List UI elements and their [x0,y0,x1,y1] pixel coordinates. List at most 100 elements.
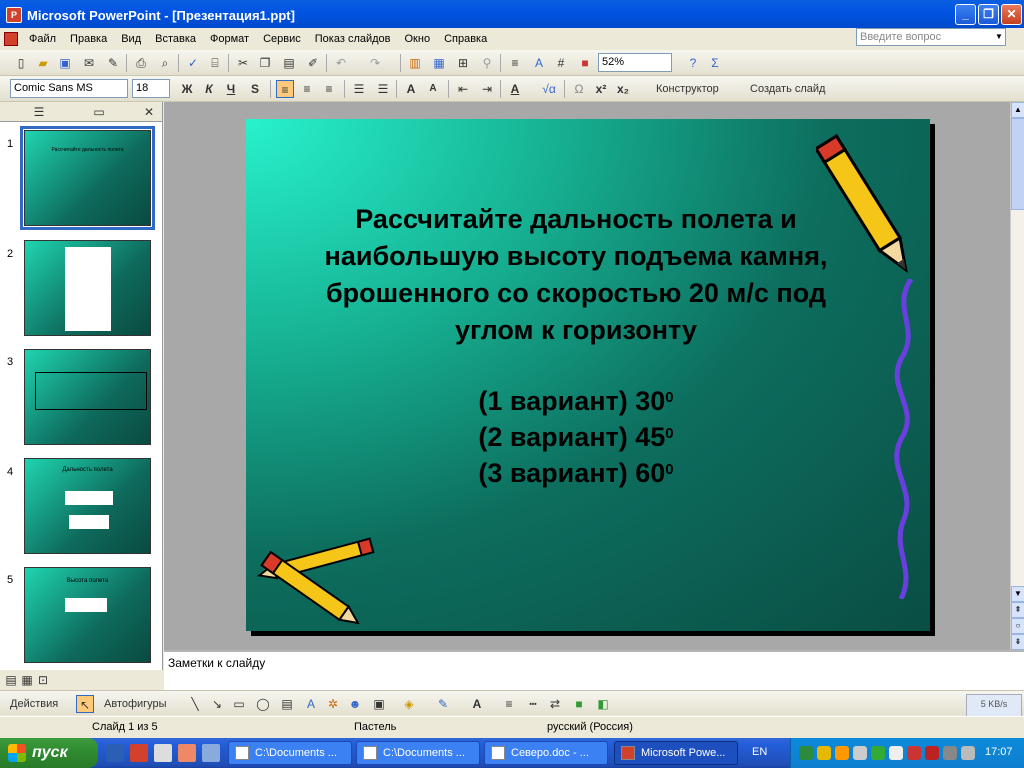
redo-icon[interactable]: ↷ [366,54,384,72]
save-icon[interactable]: ▣ [56,54,74,72]
close-pane-icon[interactable]: ✕ [140,103,158,121]
symbol-icon[interactable]: Ω [570,80,588,98]
slideshow-view-icon[interactable]: ⊡ [34,671,52,689]
textbox-icon[interactable]: ▤ [278,695,296,713]
increase-font-icon[interactable]: A [402,80,420,98]
paste-icon[interactable]: ▤ [280,54,298,72]
language-indicator[interactable]: EN [752,746,767,758]
align-center-icon[interactable]: ≡ [298,80,316,98]
fill-color-icon[interactable]: ◈ [400,695,418,713]
slide-variants[interactable]: (1 вариант) 300 (2 вариант) 450 (3 вариа… [286,383,866,491]
arrow-style-icon[interactable]: ⇄ [546,695,564,713]
autoshapes-menu[interactable]: Автофигуры [104,695,167,713]
dash-style-icon[interactable]: ┅ [524,695,542,713]
scroll-up-icon[interactable]: ▲ [1011,102,1024,118]
table-icon[interactable]: ▦ [430,54,448,72]
clock[interactable]: 17:07 [985,746,1013,758]
spelling-icon[interactable]: ✓ [184,54,202,72]
menu-edit[interactable]: Правка [63,33,114,45]
subscript-icon[interactable]: x₂ [614,80,632,98]
start-button[interactable]: пуск [0,738,98,768]
rectangle-icon[interactable]: ▭ [230,695,248,713]
underline-button[interactable]: Ч [222,80,240,98]
menu-insert[interactable]: Вставка [148,33,203,45]
color-grayscale-icon[interactable]: ■ [576,54,594,72]
help-dropdown-icon[interactable]: ▼ [993,29,1005,45]
desktop-quicklaunch-icon[interactable] [202,744,220,762]
document-icon[interactable] [4,32,18,46]
slide-thumbnail-2[interactable] [24,240,151,336]
align-right-icon[interactable]: ≡ [320,80,338,98]
tables-borders-icon[interactable]: ⊞ [454,54,472,72]
shadow-button[interactable]: S [246,80,264,98]
maximize-button[interactable]: ❐ [978,4,999,25]
powerpoint-app-icon[interactable]: P [6,7,22,23]
menu-window[interactable]: Окно [398,33,438,45]
undo-icon[interactable]: ↶ [332,54,350,72]
tray-app-icon[interactable] [835,746,849,760]
italic-button[interactable]: К [200,80,218,98]
expand-icon[interactable]: ≡ [506,54,524,72]
actions-menu[interactable]: Действия [10,695,58,713]
powerpoint-quicklaunch-icon[interactable] [130,744,148,762]
decrease-font-icon[interactable]: A [424,80,442,98]
chart-icon[interactable]: ▥ [406,54,424,72]
select-arrow-icon[interactable]: ↖ [76,695,94,713]
vertical-scrollbar[interactable]: ▲ ▼ ⇞ ○ ⇟ [1010,102,1024,650]
network-icon[interactable] [961,746,975,760]
show-formatting-icon[interactable]: A [530,54,548,72]
zoom-combo[interactable]: 52% [598,53,672,72]
help-icon[interactable]: ? [684,54,702,72]
designer-button[interactable]: Конструктор [638,80,719,98]
slide-thumbnail-3[interactable] [24,349,151,445]
line-color-icon[interactable]: ✎ [434,695,452,713]
tray-app-icon[interactable] [817,746,831,760]
bullets-icon[interactable]: ☰ [374,80,392,98]
menu-slideshow[interactable]: Показ слайдов [308,33,398,45]
print-icon[interactable]: ⎙ [132,54,150,72]
menu-view[interactable]: Вид [114,33,148,45]
picture-icon[interactable]: ▣ [370,695,388,713]
close-button[interactable]: ✕ [1001,4,1022,25]
line-icon[interactable]: ╲ [186,695,204,713]
sum-icon[interactable]: Σ [706,54,724,72]
slide-thumbnail-5[interactable]: Высота полета [24,567,151,663]
preview-icon[interactable]: ⌕ [156,54,174,72]
notes-pane[interactable]: Заметки к слайду [164,650,1024,690]
line-style-icon[interactable]: ≡ [500,695,518,713]
word-quicklaunch-icon[interactable] [106,744,124,762]
new-slide-button[interactable]: Создать слайд [732,80,825,98]
flag-icon[interactable] [925,746,939,760]
copy-icon[interactable]: ❐ [256,54,274,72]
menu-file[interactable]: Файл [22,33,63,45]
menu-tools[interactable]: Сервис [256,33,308,45]
font-combo[interactable]: Comic Sans MS [10,79,128,98]
tray-app-icon[interactable] [871,746,885,760]
numbering-icon[interactable]: ☰ [350,80,368,98]
slide-thumbnail-1[interactable]: Рассчитайте дальность полета [20,126,155,230]
research-icon[interactable]: ⌸ [206,54,224,72]
cr-quicklaunch-icon[interactable] [154,744,172,762]
font-color-draw-icon[interactable]: A [468,695,486,713]
previous-slide-icon[interactable]: ⇞ [1011,602,1024,618]
font-color-icon[interactable]: A [506,80,524,98]
new-icon[interactable]: ▯ [12,54,30,72]
scroll-thumb[interactable] [1011,118,1024,210]
tray-app-icon[interactable] [853,746,867,760]
oval-icon[interactable]: ◯ [254,695,272,713]
menu-help[interactable]: Справка [437,33,494,45]
current-slide[interactable]: Рассчитайте дальность полета и наибольшу… [246,119,930,631]
align-left-icon[interactable]: ≡ [276,80,294,98]
format-painter-icon[interactable]: ✐ [304,54,322,72]
equation-icon[interactable]: √α [540,80,558,98]
slide-thumbnail-4[interactable]: Дальность полета [24,458,151,554]
task-word[interactable]: Северо.doc - ... [484,741,608,765]
next-slide-icon[interactable]: ⇟ [1011,634,1024,650]
bold-button[interactable]: Ж [178,80,196,98]
arrow-icon[interactable]: ↘ [208,695,226,713]
decrease-indent-icon[interactable]: ⇤ [454,80,472,98]
volume-icon[interactable] [943,746,957,760]
clipart-icon[interactable]: ☻ [346,695,364,713]
media-quicklaunch-icon[interactable] [178,744,196,762]
tray-app-icon[interactable] [799,746,813,760]
